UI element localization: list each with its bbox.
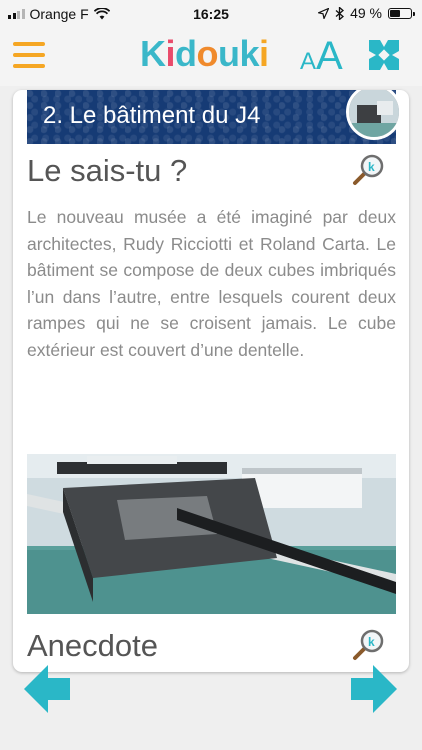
chapter-thumbnail[interactable] xyxy=(346,90,402,140)
status-bar: Orange F 16:25 49 % xyxy=(0,0,422,28)
app-logo: Kidouki xyxy=(140,32,269,85)
text-size-button[interactable]: AA xyxy=(300,34,343,79)
status-right: 49 % xyxy=(318,5,415,21)
app-header: Kidouki AA xyxy=(0,28,422,86)
content-card: 2. Le bâtiment du J4 Le sais-tu ? k Le n… xyxy=(13,90,409,672)
museum-photo xyxy=(27,454,396,614)
close-icon[interactable] xyxy=(367,38,401,72)
text-size-large: A xyxy=(316,34,343,78)
svg-text:Kidouki: Kidouki xyxy=(140,33,268,74)
section-body-text: Le nouveau musée a été imaginé par deux … xyxy=(27,207,396,360)
hamburger-icon xyxy=(13,42,45,46)
previous-arrow-icon[interactable] xyxy=(22,664,72,714)
magnifier-icon[interactable]: k xyxy=(351,153,385,187)
battery-icon xyxy=(388,7,415,19)
section-title-anecdote: Anecdote xyxy=(27,628,158,663)
section-title-did-you-know: Le sais-tu ? xyxy=(27,153,188,188)
magnifier-icon[interactable]: k xyxy=(351,628,385,662)
menu-button[interactable] xyxy=(13,42,45,70)
next-arrow-icon[interactable] xyxy=(349,664,399,714)
chapter-banner: 2. Le bâtiment du J4 xyxy=(27,90,402,144)
battery-percent: 49 % xyxy=(350,5,382,21)
svg-text:k: k xyxy=(368,160,375,174)
location-arrow-icon xyxy=(318,7,330,19)
chapter-title: 2. Le bâtiment du J4 xyxy=(43,102,261,129)
svg-text:k: k xyxy=(368,635,375,649)
text-size-small: A xyxy=(300,48,317,75)
bluetooth-icon xyxy=(335,6,345,20)
